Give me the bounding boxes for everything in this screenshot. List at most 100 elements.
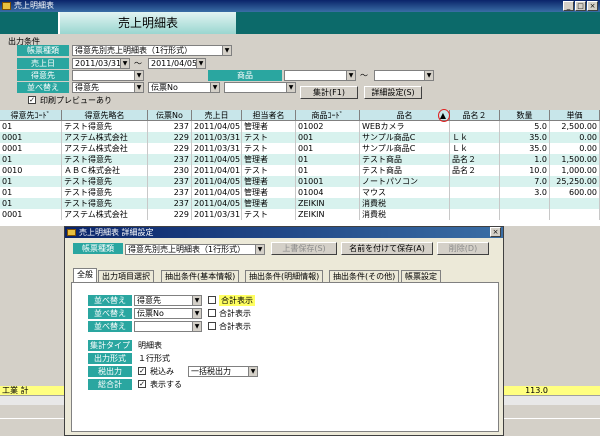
table-cell: 1,000.00 [550, 165, 600, 176]
table-cell: ノートパソコン [360, 176, 450, 187]
grand-total-checkbox[interactable]: ✓ [138, 380, 146, 388]
table-cell: 消費税 [360, 209, 450, 220]
chevron-down-icon: ▼ [192, 309, 201, 318]
table-cell: 01 [0, 121, 62, 132]
table-cell: 10.0 [500, 165, 550, 176]
window-title-bar: 売上明細表 _ □ × [0, 0, 600, 12]
customer-select[interactable]: ▼ [72, 70, 144, 81]
table-row[interactable]: 0010 ＡＢＣ株式会社 230 2011/04/01 テスト 01 テスト商品 品名２ 10.… [0, 165, 600, 176]
tab-general[interactable]: 全般 [73, 268, 97, 282]
sort-select-3[interactable]: ▼ [224, 82, 296, 93]
dialog-sort-select-1[interactable]: 得意先 ▼ [134, 295, 202, 306]
table-cell: 237 [148, 198, 192, 209]
output-format-label: 出力形式 [88, 353, 132, 364]
column-header[interactable]: 品名２ [450, 110, 500, 121]
table-row[interactable]: 01 テスト得意先 237 2011/04/05 管理者 01004 マウス 3.0 600.0… [0, 187, 600, 198]
delete-button[interactable]: 削除(D) [437, 242, 489, 255]
sort-label: 並べ替え [88, 321, 132, 332]
table-row[interactable]: 01 テスト得意先 237 2011/04/05 管理者 ZEIKIN 消費税 [0, 198, 600, 209]
subtotal-checkbox[interactable] [208, 309, 216, 317]
tax-included-checkbox[interactable]: ✓ [138, 367, 146, 375]
column-header[interactable]: 商品ｺｰﾄﾞ [296, 110, 360, 121]
table-cell: 品名２ [450, 165, 500, 176]
chevron-down-icon: ▼ [134, 71, 143, 80]
sales-date-label: 売上日 [17, 58, 69, 69]
table-row[interactable]: 0001 アステム株式会社 229 2011/03/31 テスト 001 サンプル商品C Ｌｋ… [0, 132, 600, 143]
table-cell: 01 [0, 187, 62, 198]
save-as-button[interactable]: 名前を付けて保存(A) [341, 242, 433, 255]
table-row[interactable]: 01 テスト得意先 237 2011/04/05 管理者 01002 WEBカメラ 5.0 2,… [0, 121, 600, 132]
table-cell [500, 209, 550, 220]
table-cell: 1.0 [500, 154, 550, 165]
report-type-select[interactable]: 得意先別売上明細表（1行形式） ▼ [72, 45, 232, 56]
column-header[interactable]: 単価 [550, 110, 600, 121]
sort-select-1[interactable]: 得意先 ▼ [72, 82, 144, 93]
grand-total-show-label: 表示する [150, 380, 182, 389]
chevron-down-icon: ▼ [192, 322, 201, 331]
column-header[interactable]: 担当者名 [242, 110, 296, 121]
table-cell: 2011/04/05 [194, 187, 242, 198]
app-icon [2, 2, 11, 10]
subtotal-checkbox[interactable] [208, 322, 216, 330]
maximize-button[interactable]: □ [575, 1, 586, 11]
aggregate-button[interactable]: 集計(F1) [300, 86, 358, 99]
table-cell: ZEIKIN [296, 198, 360, 209]
aggregate-type-value: 明細表 [138, 341, 162, 350]
product-from-select[interactable]: ▼ [284, 70, 356, 81]
close-button[interactable]: × [587, 1, 598, 11]
window-title: 売上明細表 [14, 1, 54, 10]
tab-filter-other[interactable]: 抽出条件(その他) [329, 270, 400, 282]
chevron-down-icon: ▼ [120, 59, 129, 68]
tab-panel-general: 並べ替え 得意先 ▼ 合計表示 並べ替え 伝票No ▼ 合計表示 並べ替え ▼ 合計… [71, 282, 499, 432]
sort-label: 並べ替え [88, 308, 132, 319]
tab-filter-basic[interactable]: 抽出条件(基本情報) [161, 270, 240, 282]
tax-output-select[interactable]: 一括税出力 ▼ [188, 366, 258, 377]
chevron-down-icon: ▼ [196, 59, 205, 68]
dialog-sort-select-3[interactable]: ▼ [134, 321, 202, 332]
table-row[interactable]: 01 テスト得意先 237 2011/04/05 管理者 01001 ノートパソコン 7.0 2… [0, 176, 600, 187]
table-cell: 01002 [296, 121, 360, 132]
column-header[interactable]: 伝票No [148, 110, 192, 121]
sales-date-to-field[interactable]: 2011/04/05 ▼ [148, 58, 206, 69]
dialog-report-type-select[interactable]: 得意先別売上明細表（1行形式） ▼ [125, 244, 265, 255]
table-row[interactable]: 0001 アステム株式会社 229 2011/03/31 テスト 001 サンプル商品C Ｌｋ… [0, 143, 600, 154]
table-cell: テスト得意先 [62, 176, 148, 187]
minimize-button[interactable]: _ [563, 1, 574, 11]
table-row[interactable]: 01 テスト得意先 237 2011/04/05 管理者 01 テスト商品 品名２ 1.0 1,5… [0, 154, 600, 165]
column-header[interactable]: 得意先略名 [62, 110, 148, 121]
page-title: 売上明細表 [58, 12, 236, 34]
tab-filter-detail[interactable]: 抽出条件(明細情報) [245, 270, 324, 282]
table-cell: 230 [148, 165, 192, 176]
table-cell: 2011/04/05 [194, 121, 242, 132]
customer-label: 得意先 [17, 70, 69, 81]
dialog-sort-select-2[interactable]: 伝票No ▼ [134, 308, 202, 319]
sort-select-2[interactable]: 伝票No ▼ [148, 82, 220, 93]
table-cell: 0.00 [550, 132, 600, 143]
print-preview-checkbox[interactable]: ✓ [28, 96, 36, 104]
sort-label: 並べ替え [88, 295, 132, 306]
column-header[interactable]: 得意先ｺｰﾄﾞ [0, 110, 62, 121]
tab-output-items[interactable]: 出力項目選択 [98, 270, 154, 282]
table-cell: 2011/03/31 [194, 209, 242, 220]
product-to-select[interactable]: ▼ [374, 70, 434, 81]
column-header[interactable]: 売上日 [192, 110, 242, 121]
table-cell: 2011/04/05 [194, 176, 242, 187]
column-header[interactable]: 数量 [500, 110, 550, 121]
dialog-title-bar: 売上明細表 詳細設定 × [65, 227, 503, 238]
tax-included-label: 税込み [150, 367, 174, 376]
subtotal-checkbox[interactable] [208, 296, 216, 304]
table-cell: 管理者 [242, 121, 296, 132]
detail-settings-button[interactable]: 詳細設定(S) [364, 86, 422, 99]
overwrite-save-button[interactable]: 上書保存(S) [271, 242, 337, 255]
table-row[interactable]: 0001 アステム株式会社 229 2011/03/31 テスト ZEIKIN 消費税 [0, 209, 600, 220]
results-grid[interactable]: 得意先ｺｰﾄﾞ 得意先略名 伝票No 売上日 担当者名 商品ｺｰﾄﾞ 品名 ▲ … [0, 110, 600, 226]
chevron-down-icon: ▼ [134, 83, 143, 92]
tab-report-settings[interactable]: 帳票設定 [401, 270, 441, 282]
sales-date-from-field[interactable]: 2011/03/31 ▼ [72, 58, 130, 69]
print-preview-label: 印刷プレビューあり [40, 96, 112, 105]
column-header[interactable]: 品名 ▲ [360, 110, 450, 121]
table-cell: アステム株式会社 [62, 143, 148, 154]
dialog-close-button[interactable]: × [490, 227, 501, 237]
table-cell [450, 209, 500, 220]
table-cell: テスト [242, 143, 296, 154]
